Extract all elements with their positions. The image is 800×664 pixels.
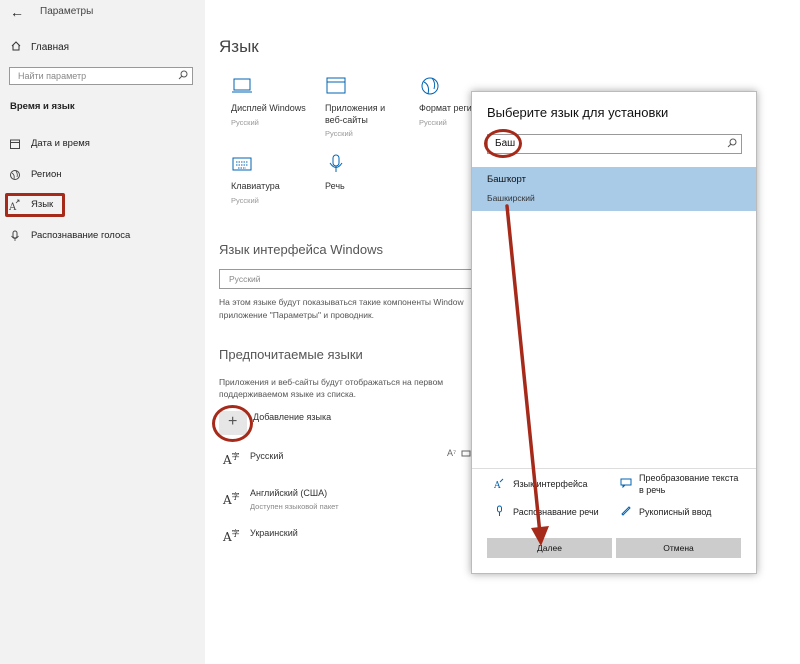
tile-sub: Русский: [231, 118, 259, 127]
next-button[interactable]: Далее: [487, 538, 612, 558]
language-feature-icon: A⁷: [447, 448, 457, 458]
home-icon: [11, 41, 21, 51]
search-icon: [727, 138, 737, 148]
window-icon: [326, 77, 346, 94]
feature-speech-recognition: Распознавание речи: [513, 507, 599, 517]
handwriting-icon: [621, 506, 631, 516]
language-name: Украинский: [250, 528, 298, 538]
interface-language-heading: Язык интерфейса Windows: [219, 242, 383, 257]
language-name: Русский: [250, 451, 284, 461]
tile-name: Речь: [325, 181, 345, 191]
tile-name: Приложения и веб-сайты: [325, 103, 386, 125]
sidebar-item-home[interactable]: Главная: [0, 36, 205, 58]
tile-sub: Русский: [419, 118, 447, 127]
select-value: Русский: [229, 274, 261, 284]
add-language-label[interactable]: Добавление языка: [253, 412, 331, 422]
interface-desc-line-2: приложение "Параметры" и проводник.: [219, 310, 375, 320]
svg-text:A: A: [494, 481, 501, 489]
language-status: Доступен языковой пакет: [250, 502, 339, 511]
sidebar-item-label: Регион: [31, 169, 62, 180]
interface-desc-line-1: На этом языке будут показываться такие к…: [219, 297, 464, 307]
sidebar-item-speech[interactable]: Распознавание голоса: [0, 224, 205, 248]
tile-sub: Русский: [325, 129, 353, 138]
microphone-icon: [329, 154, 343, 172]
language-local-name: Башкирский: [487, 193, 535, 203]
keyboard-icon: [232, 157, 252, 171]
globe-icon: [10, 170, 20, 180]
tile-sub: Русский: [231, 196, 259, 205]
feature-handwriting: Рукописный ввод: [639, 507, 712, 517]
section-heading: Время и язык: [10, 101, 75, 112]
window-title: Параметры: [40, 6, 94, 17]
calendar-icon: [10, 139, 20, 149]
globe-icon: [421, 77, 439, 95]
interface-language-select[interactable]: Русский: [219, 269, 479, 289]
preferred-desc-line-2: поддерживаемом языке из списка.: [219, 389, 356, 399]
cancel-button[interactable]: Отмена: [616, 538, 741, 558]
language-item[interactable]: A字 Украинский: [219, 524, 469, 550]
dialog-title: Выберите язык для установки: [487, 105, 669, 120]
monitor-icon: [232, 78, 252, 93]
language-native-name: Башҡорт: [487, 174, 526, 185]
tile-display[interactable]: Дисплей Windows Русский: [219, 75, 309, 135]
tile-name: Дисплей Windows: [231, 103, 306, 113]
language-icon: A字: [223, 492, 240, 507]
divider: [472, 468, 756, 469]
sidebar-item-date-time[interactable]: Дата и время: [0, 132, 205, 156]
back-arrow-icon[interactable]: ←: [10, 4, 24, 20]
tile-name: Клавиатура: [231, 181, 280, 191]
language-icon: A字: [223, 452, 240, 467]
speech-bubble-icon: [461, 450, 471, 457]
preferred-desc-line-1: Приложения и веб-сайты будут отображатьс…: [219, 377, 444, 387]
highlight-circle: [484, 129, 522, 158]
page-title: Язык: [219, 37, 259, 56]
sidebar-item-label: Дата и время: [31, 138, 90, 149]
microphone-icon: [11, 230, 19, 241]
language-result-row[interactable]: Башҡорт Башкирский: [472, 167, 756, 211]
search-input[interactable]: Найти параметр: [9, 67, 193, 85]
tile-apps[interactable]: Приложения и веб-сайты Русский: [313, 75, 403, 145]
highlight-circle: [212, 405, 253, 442]
language-item[interactable]: A字 Русский A⁷: [219, 447, 471, 473]
language-icon: A: [494, 478, 504, 489]
highlight-rectangle: [5, 193, 65, 217]
language-search-input[interactable]: Баш: [487, 134, 742, 154]
sidebar-item-label: Распознавание голоса: [31, 230, 131, 241]
sidebar-item-region[interactable]: Регион: [0, 163, 205, 187]
search-placeholder: Найти параметр: [18, 71, 87, 81]
language-item[interactable]: A字 Английский (США) Доступен языковой па…: [219, 487, 469, 513]
preferred-languages-heading: Предпочитаемые языки: [219, 347, 363, 362]
feature-text-to-speech: Преобразование текста в речь: [639, 473, 739, 495]
sidebar-item-label: Главная: [31, 42, 70, 53]
language-name: Английский (США): [250, 488, 328, 498]
speech-bubble-icon: [620, 478, 632, 488]
tile-speech[interactable]: Речь: [313, 153, 403, 193]
feature-interface-language: Язык интерфейса: [513, 479, 588, 489]
search-icon: [178, 70, 188, 80]
language-icon: A字: [223, 529, 240, 544]
microphone-icon: [497, 505, 502, 516]
sidebar: ← Параметры Главная Найти параметр Время…: [0, 0, 205, 664]
install-language-dialog: Выберите язык для установки Баш Башҡорт …: [471, 91, 757, 574]
tile-keyboard[interactable]: Клавиатура Русский: [219, 153, 309, 213]
